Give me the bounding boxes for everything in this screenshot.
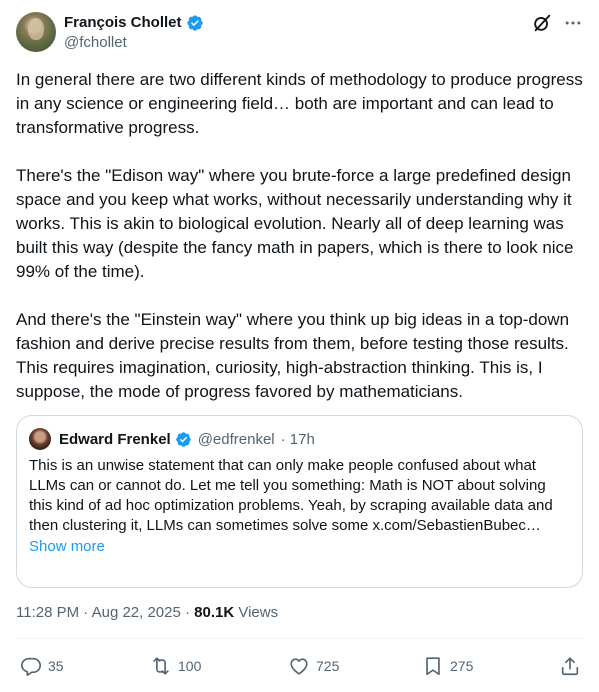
author-name-row: François Chollet	[64, 13, 204, 33]
verified-badge-icon	[175, 431, 191, 447]
repost-button[interactable]: 100	[150, 652, 201, 680]
author-avatar[interactable]	[16, 12, 56, 52]
tweet-paragraph: There's the "Edison way" where you brute…	[16, 166, 574, 281]
quoted-timestamp: · 17h	[280, 430, 315, 448]
repost-icon	[153, 657, 169, 675]
tweet-paragraph: And there's the "Einstein way" where you…	[16, 310, 570, 401]
tweet-paragraph: In general there are two different kinds…	[16, 70, 583, 137]
tweet-timestamp[interactable]: 11:28 PM · Aug 22, 2025 ·	[16, 604, 194, 621]
views-count: 80.1K	[194, 604, 235, 621]
quoted-author-name: Edward Frenkel	[59, 430, 171, 448]
reply-icon	[21, 657, 41, 676]
quoted-tweet-text: This is an unwise statement that can onl…	[29, 457, 553, 534]
repost-count: 100	[178, 658, 202, 674]
quoted-author-handle: @edfrenkel	[197, 430, 275, 448]
verified-badge-icon	[186, 15, 203, 31]
share-button[interactable]	[559, 652, 581, 680]
reply-count: 35	[48, 658, 64, 674]
bookmark-count: 275	[450, 658, 474, 674]
like-button[interactable]: 725	[288, 652, 339, 680]
bookmark-button[interactable]: 275	[422, 652, 473, 680]
show-more-link[interactable]: Show more	[29, 537, 570, 557]
tweet-header: François Chollet @fchollet	[16, 12, 583, 56]
tweet-actions: 35 100 725 275	[16, 652, 583, 680]
author-name[interactable]: François Chollet	[64, 13, 182, 33]
like-count: 725	[316, 658, 340, 674]
quoted-tweet-header: Edward Frenkel @edfrenkel · 17h	[29, 428, 570, 450]
author-handle[interactable]: @fchollet	[64, 33, 127, 53]
tweet: François Chollet @fchollet In general th…	[0, 0, 599, 692]
bookmark-icon	[426, 657, 440, 676]
tweet-text: In general there are two different kinds…	[16, 68, 584, 404]
more-icon[interactable]	[563, 13, 583, 33]
tweet-meta: 11:28 PM · Aug 22, 2025 · 80.1K Views	[16, 603, 278, 623]
share-icon	[561, 657, 579, 676]
grok-icon[interactable]	[531, 12, 553, 34]
quoted-tweet[interactable]: Edward Frenkel @edfrenkel · 17h This is …	[16, 415, 583, 588]
reply-button[interactable]: 35	[20, 652, 64, 680]
heart-icon	[290, 658, 308, 675]
quoted-author-avatar	[29, 428, 51, 450]
header-actions	[531, 12, 583, 34]
divider	[16, 638, 583, 639]
views-label: Views	[234, 604, 279, 621]
